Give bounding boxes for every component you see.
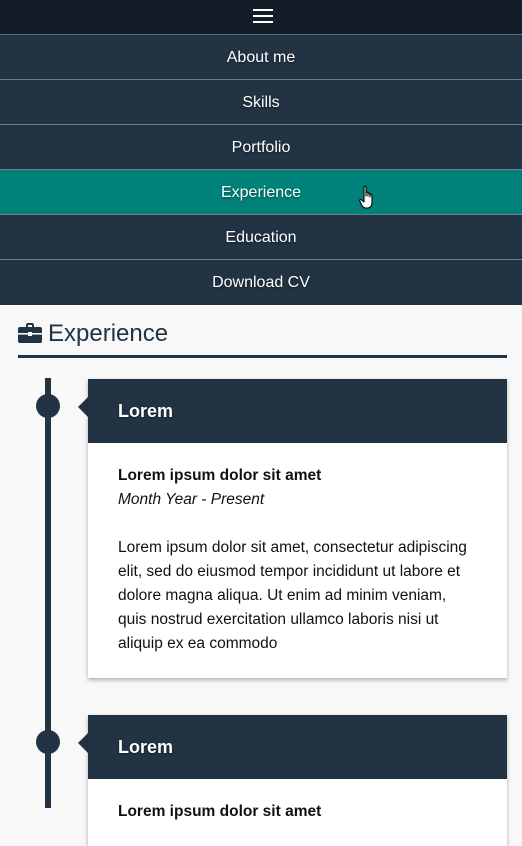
hand-cursor-icon bbox=[359, 185, 373, 209]
nav-item-portfolio[interactable]: Portfolio bbox=[0, 125, 522, 170]
card-body: Lorem ipsum dolor sit amet Month Year - … bbox=[88, 443, 507, 678]
section-title: Experience bbox=[48, 320, 169, 347]
experience-card: Lorem Lorem ipsum dolor sit amet Month Y… bbox=[88, 379, 507, 678]
briefcase-icon bbox=[18, 323, 42, 343]
timeline-dot bbox=[36, 730, 60, 754]
timeline-dot bbox=[36, 394, 60, 418]
nav-item-about-me[interactable]: About me bbox=[0, 35, 522, 80]
card-company: Lorem bbox=[88, 379, 507, 443]
job-title: Lorem ipsum dolor sit amet bbox=[118, 803, 322, 820]
job-date: Month Year - Present bbox=[118, 491, 265, 508]
nav-item-experience[interactable]: Experience bbox=[0, 170, 522, 215]
card-arrow bbox=[78, 733, 88, 753]
nav-item-skills[interactable]: Skills bbox=[0, 80, 522, 125]
nav-menu: About me Skills Portfolio Experience Edu… bbox=[0, 35, 522, 305]
job-title: Lorem ipsum dolor sit amet bbox=[118, 467, 322, 484]
nav-item-education[interactable]: Education bbox=[0, 215, 522, 260]
card-company: Lorem bbox=[88, 715, 507, 779]
nav-item-download-cv[interactable]: Download CV bbox=[0, 260, 522, 305]
card-arrow bbox=[78, 397, 88, 417]
experience-card: Lorem Lorem ipsum dolor sit amet bbox=[88, 715, 507, 846]
hamburger-menu-icon[interactable] bbox=[253, 9, 273, 24]
card-body: Lorem ipsum dolor sit amet bbox=[88, 779, 507, 846]
top-bar bbox=[0, 0, 522, 35]
section-header: Experience bbox=[18, 318, 507, 358]
job-description: Lorem ipsum dolor sit amet, consectetur … bbox=[118, 539, 467, 652]
